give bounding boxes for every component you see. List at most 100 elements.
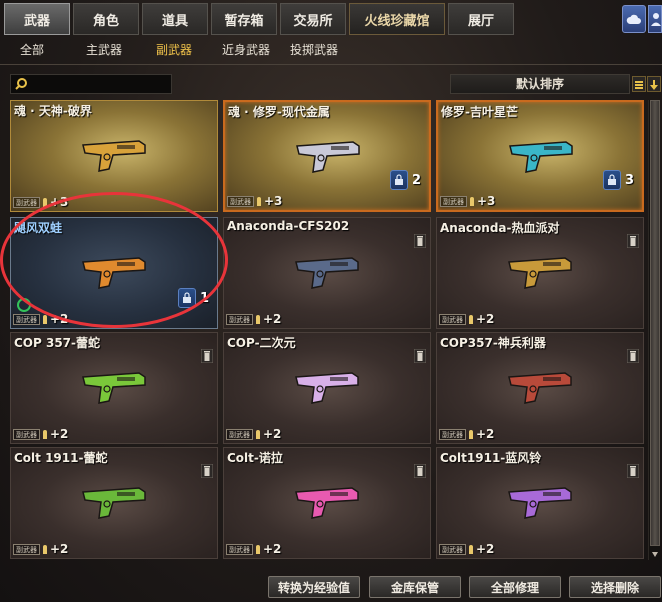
pistol-icon [509, 141, 573, 173]
count-number: 1 [199, 290, 209, 306]
weapon-card[interactable]: 魂 · 天神-破界 副武器 +3 [10, 100, 218, 212]
trash-icon[interactable] [627, 234, 639, 248]
tab-items[interactable]: 道具 [142, 3, 208, 35]
repair-all-button[interactable]: 全部修理 [469, 576, 561, 598]
weapon-card[interactable]: Colt1911-蓝风铃 副武器 +2 [436, 447, 644, 559]
card-footer: 副武器 +2 [226, 427, 282, 441]
pistol-icon [295, 257, 359, 289]
weapon-name: Anaconda-热血派对 [440, 221, 560, 235]
card-footer: 副武器 +2 [13, 312, 69, 326]
select-delete-button[interactable]: 选择删除 [569, 576, 661, 598]
weapon-card[interactable]: 修罗-吉叶星芒 副武器 +3 3 [436, 100, 644, 212]
weapon-card[interactable]: COP357-神兵利器 副武器 +2 [436, 332, 644, 444]
tab-collection-vault[interactable]: 火线珍藏馆 [349, 3, 445, 35]
weapon-card[interactable]: 飓风双蛙 副武器 +2 1 [10, 217, 218, 329]
subtab-secondary[interactable]: 副武器 [156, 38, 192, 62]
list-icon [635, 81, 643, 89]
subtab-throwing[interactable]: 投掷武器 [290, 38, 338, 62]
weapon-name: COP 357-蕾蛇 [14, 336, 101, 350]
pistol-icon [82, 140, 146, 172]
user-icon [651, 13, 661, 26]
trash-icon[interactable] [414, 234, 426, 248]
sort-direction-button[interactable] [647, 76, 661, 92]
trash-icon[interactable] [201, 349, 213, 363]
weapon-name: Anaconda-CFS202 [227, 219, 350, 233]
weapon-card[interactable]: COP-二次元 副武器 +2 [223, 332, 431, 444]
list-view-button[interactable] [632, 76, 646, 92]
tab-exchange[interactable]: 交易所 [280, 3, 346, 35]
scroll-thumb[interactable] [650, 100, 660, 546]
bullet-icon [257, 196, 261, 206]
bullet-icon [256, 314, 260, 324]
weapon-type-tag: 副武器 [227, 195, 254, 207]
count-number: 2 [411, 172, 421, 188]
weapon-type-tag: 副武器 [13, 428, 40, 440]
trash-icon[interactable] [414, 349, 426, 363]
bullet-icon [469, 429, 473, 439]
weapon-type-tag: 副武器 [13, 313, 40, 325]
card-footer: 副武器 +2 [439, 427, 494, 441]
weapon-card[interactable]: Anaconda-热血派对 副武器 +2 [436, 217, 644, 329]
tab-showroom[interactable]: 展厅 [448, 3, 514, 35]
scrollbar[interactable] [648, 100, 660, 560]
trash-icon[interactable] [627, 349, 639, 363]
bullet-icon [43, 429, 47, 439]
vault-storage-button[interactable]: 金库保管 [369, 576, 461, 598]
weapon-name: Colt-诺拉 [227, 451, 283, 465]
weapon-card[interactable]: 魂 · 修罗-现代金属 副武器 +3 2 [223, 100, 431, 212]
weapon-type-tag: 副武器 [439, 543, 466, 555]
trash-icon[interactable] [414, 464, 426, 478]
bullet-icon [256, 544, 260, 554]
sub-tab-bar: 全部 主武器 副武器 近身武器 投掷武器 [0, 38, 662, 62]
cloud-button[interactable] [622, 5, 646, 33]
pistol-icon [295, 487, 359, 519]
card-footer: 副武器 +3 [13, 195, 68, 209]
top-tab-bar: 武器 角色 道具 暂存箱 交易所 火线珍藏馆 展厅 [4, 3, 514, 35]
weapon-card[interactable]: COP 357-蕾蛇 副武器 +2 [10, 332, 218, 444]
weapon-type-tag: 副武器 [440, 195, 467, 207]
subtab-all[interactable]: 全部 [20, 38, 44, 62]
tab-characters[interactable]: 角色 [73, 3, 139, 35]
bullet-icon [43, 314, 47, 324]
stack-count: 3 [602, 170, 634, 190]
weapon-card[interactable]: Colt 1911-蕾蛇 副武器 +2 [10, 447, 218, 559]
pistol-icon [508, 487, 572, 519]
subtab-melee[interactable]: 近身武器 [222, 38, 270, 62]
pistol-icon [296, 141, 360, 173]
weapon-type-tag: 副武器 [13, 196, 40, 208]
user-button[interactable] [648, 5, 662, 33]
card-footer: 副武器 +2 [13, 542, 69, 556]
convert-to-exp-button[interactable]: 转换为经验值 [268, 576, 360, 598]
count-number: 3 [624, 172, 634, 188]
subtab-primary[interactable]: 主武器 [86, 38, 122, 62]
enhance-level: +2 [50, 542, 69, 556]
bag-icon [389, 170, 408, 190]
weapon-name: COP-二次元 [227, 336, 296, 350]
search-box[interactable] [10, 74, 172, 94]
sort-dropdown[interactable]: 默认排序 [450, 74, 630, 94]
card-footer: 副武器 +3 [227, 194, 282, 208]
weapon-card[interactable]: Colt-诺拉 副武器 +2 [223, 447, 431, 559]
search-input[interactable] [31, 76, 169, 92]
bullet-icon [43, 544, 47, 554]
bag-icon [177, 288, 196, 308]
weapon-name: 修罗-吉叶星芒 [441, 105, 518, 119]
weapon-name: COP357-神兵利器 [440, 336, 546, 350]
card-footer: 副武器 +2 [226, 312, 281, 326]
enhance-level: +2 [476, 542, 495, 556]
enhance-level: +2 [50, 312, 69, 326]
tab-weapons[interactable]: 武器 [4, 3, 70, 35]
card-footer: 副武器 +3 [440, 194, 495, 208]
stack-count: 1 [177, 288, 209, 308]
trash-icon[interactable] [627, 464, 639, 478]
weapon-card[interactable]: Anaconda-CFS202 副武器 +2 [223, 217, 431, 329]
weapon-grid: 魂 · 天神-破界 副武器 +3 魂 · 修罗-现代金属 副武器 +3 2 修罗… [10, 100, 644, 560]
card-footer: 副武器 +2 [439, 312, 494, 326]
trash-icon[interactable] [201, 464, 213, 478]
tab-storage[interactable]: 暂存箱 [211, 3, 277, 35]
enhance-level: +2 [263, 427, 282, 441]
armory-window: 武器 角色 道具 暂存箱 交易所 火线珍藏馆 展厅 全部 主武器 副武器 近身武… [0, 0, 662, 602]
weapon-name: 魂 · 修罗-现代金属 [228, 105, 330, 119]
scroll-down-icon[interactable] [650, 549, 660, 559]
weapon-type-tag: 副武器 [226, 313, 253, 325]
